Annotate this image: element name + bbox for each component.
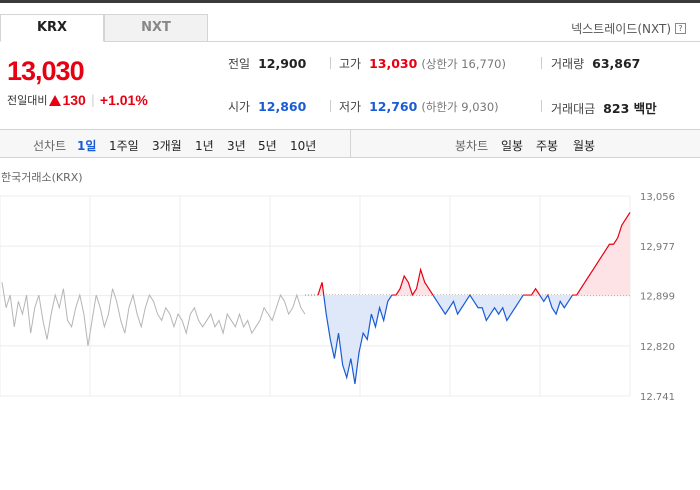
area-below-baseline xyxy=(318,295,630,384)
stat-open: 시가 12,860 xyxy=(228,98,306,115)
stat-value: 13,030 xyxy=(369,56,418,71)
nxt-link[interactable]: 넥스트레이드(NXT) ? xyxy=(571,20,686,37)
stat-high: 고가 13,030 (상한가 16,770) xyxy=(339,55,506,72)
stat-label: 고가 xyxy=(339,57,362,71)
stat-value: 12,760 xyxy=(369,99,418,114)
candle-monthly[interactable]: 월봉 xyxy=(573,137,595,154)
stat-label: 시가 xyxy=(228,100,251,114)
up-arrow-icon xyxy=(49,94,62,106)
stat-low: 저가 12,760 (하한가 9,030) xyxy=(339,98,499,115)
stat-value: 12,900 xyxy=(258,56,307,71)
current-price: 13,030 xyxy=(7,56,85,86)
stat-value: 823 백만 xyxy=(603,101,657,116)
stat-label: 전일 xyxy=(228,57,251,71)
stat-separator xyxy=(541,57,542,69)
price-change: 전일대비 130 | +1.01% xyxy=(7,92,148,108)
stat-prev-close: 전일 12,900 xyxy=(228,55,306,72)
stat-value: 12,860 xyxy=(258,99,307,114)
top-border xyxy=(0,0,700,3)
period-3m[interactable]: 3개월 xyxy=(152,137,182,154)
tab-nxt[interactable]: NXT xyxy=(104,14,208,42)
candle-weekly[interactable]: 주봉 xyxy=(536,137,558,154)
y-tick-label: 12,741 xyxy=(640,392,675,400)
y-tick-label: 13,056 xyxy=(640,192,675,203)
period-10y[interactable]: 10년 xyxy=(290,137,316,154)
tab-divider xyxy=(208,41,700,42)
stat-separator xyxy=(330,100,331,112)
tab-krx[interactable]: KRX xyxy=(0,14,104,42)
stat-separator xyxy=(541,100,542,112)
y-tick-label: 12,899 xyxy=(640,292,675,303)
stat-volume: 거래량 63,867 xyxy=(551,55,640,72)
period-1d[interactable]: 1일 xyxy=(77,137,96,154)
nxt-link-label: 넥스트레이드(NXT) xyxy=(571,22,671,36)
change-percent: +1.01% xyxy=(99,92,148,108)
intraday-chart[interactable]: 13,056 12,977 12,899 12,820 12,741 xyxy=(0,190,700,400)
period-5y[interactable]: 5년 xyxy=(258,137,277,154)
stat-label: 거래량 xyxy=(551,57,585,71)
stat-sub: (하한가 9,030) xyxy=(421,100,499,114)
stat-value: 63,867 xyxy=(592,56,641,71)
controls-divider xyxy=(350,130,351,157)
stat-label: 거래대금 xyxy=(551,102,596,116)
period-1w[interactable]: 1주일 xyxy=(109,137,139,154)
change-separator: | xyxy=(90,93,95,107)
change-amount: 130 xyxy=(62,92,86,108)
exchange-tabs: KRX NXT xyxy=(0,14,208,42)
chart-controls: 선차트 1일 1주일 3개월 1년 3년 5년 10년 봉차트 일봉 주봉 월봉 xyxy=(0,129,700,158)
period-3y[interactable]: 3년 xyxy=(227,137,246,154)
candle-chart-label: 봉차트 xyxy=(455,139,489,153)
stat-turnover: 거래대금 823 백만 xyxy=(551,98,657,117)
y-tick-label: 12,977 xyxy=(640,242,675,253)
stat-sub: (상한가 16,770) xyxy=(421,57,506,71)
prev-day-series xyxy=(1,282,306,346)
candle-daily[interactable]: 일봉 xyxy=(501,137,523,154)
exchange-label: 한국거래소(KRX) xyxy=(1,171,83,184)
change-label: 전일대비 xyxy=(7,94,48,107)
line-chart-label: 선차트 xyxy=(33,139,67,153)
period-1y[interactable]: 1년 xyxy=(195,137,214,154)
stat-separator xyxy=(330,57,331,69)
stat-label: 저가 xyxy=(339,100,362,114)
help-icon[interactable]: ? xyxy=(675,23,686,34)
y-tick-label: 12,820 xyxy=(640,342,675,353)
